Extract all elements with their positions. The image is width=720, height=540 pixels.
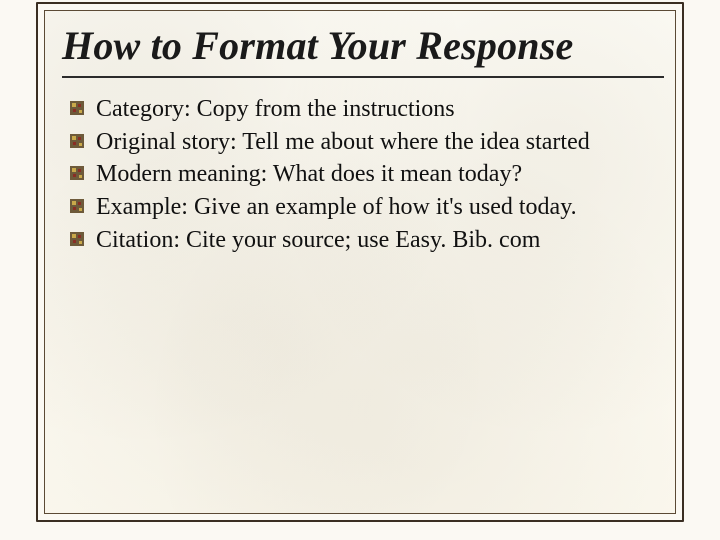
list-item-text: Modern meaning: What does it mean today? <box>96 161 522 187</box>
bullet-icon <box>70 199 84 213</box>
list-item: Original story: Tell me about where the … <box>96 127 664 158</box>
list-item: Citation: Cite your source; use Easy. Bi… <box>96 225 664 256</box>
list-item-text: Citation: Cite your source; use Easy. Bi… <box>96 227 540 253</box>
bullet-icon <box>70 232 84 246</box>
slide: How to Format Your Response Category: Co… <box>0 0 720 540</box>
title-underline <box>62 76 664 78</box>
list-item: Example: Give an example of how it's use… <box>96 192 664 223</box>
list-item-text: Example: Give an example of how it's use… <box>96 194 577 220</box>
bullet-icon <box>70 134 84 148</box>
slide-title: How to Format Your Response <box>62 24 664 68</box>
slide-content: How to Format Your Response Category: Co… <box>62 24 664 500</box>
bullet-icon <box>70 101 84 115</box>
bullet-icon <box>70 166 84 180</box>
list-item: Modern meaning: What does it mean today? <box>96 159 664 190</box>
list-item: Category: Copy from the instructions <box>96 94 664 125</box>
list-item-text: Original story: Tell me about where the … <box>96 129 590 155</box>
bullet-list: Category: Copy from the instructions Ori… <box>62 94 664 256</box>
list-item-text: Category: Copy from the instructions <box>96 96 455 122</box>
